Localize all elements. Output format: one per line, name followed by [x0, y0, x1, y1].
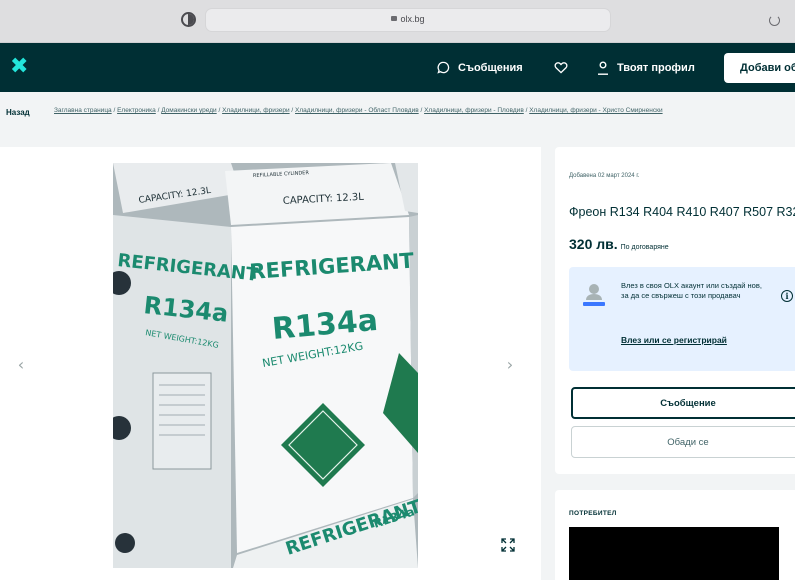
breadcrumb-item[interactable]: Електроника [117, 107, 156, 114]
heart-icon [554, 62, 568, 74]
refrigerant-boxes-illustration: CAPACITY: 12.3L CAPACITY: 12.3L REFILLAB… [113, 163, 418, 568]
ad-title: Фреон R134 R404 R410 R407 R507 R32 [569, 205, 795, 219]
user-map-placeholder [569, 527, 779, 580]
next-image-button[interactable]: › [503, 353, 517, 375]
ad-info-panel: Добавена 02 март 2024 г. Фреон R134 R404… [555, 147, 795, 474]
add-listing-button[interactable]: Добави об [724, 53, 795, 83]
url-text: olx.bg [206, 14, 610, 24]
info-icon[interactable]: i [781, 290, 793, 302]
seller-avatar-icon [583, 284, 605, 306]
breadcrumb: Назад Заглавна страница / Електроника / … [0, 92, 795, 142]
login-prompt-box: Влез в своя OLX акаунт или създай нов, з… [569, 267, 795, 371]
ad-price: 320 лв. По договаряне [569, 236, 669, 252]
message-button[interactable]: Съобщение [571, 387, 795, 419]
add-listing-label: Добави об [740, 62, 795, 74]
reload-icon[interactable] [769, 15, 780, 26]
user-section-label: ПОТРЕБИТЕЛ [569, 510, 617, 517]
fullscreen-icon[interactable] [500, 537, 516, 553]
messages-link[interactable]: Съобщения [437, 43, 523, 92]
profile-link[interactable]: Твоят профил [597, 43, 695, 92]
chevron-right-icon: › [506, 354, 514, 374]
negotiable-label: По договаряне [620, 244, 669, 251]
chevron-left-icon: ‹ [17, 354, 25, 374]
favorites-button[interactable] [554, 43, 576, 92]
user-icon [598, 61, 608, 75]
back-link[interactable]: Назад [6, 108, 30, 117]
breadcrumb-trail: Заглавна страница / Електроника / Домаки… [54, 107, 663, 114]
call-button[interactable]: Обади се [571, 426, 795, 458]
address-bar[interactable]: olx.bg [205, 8, 780, 32]
posted-date: Добавена 02 март 2024 г. [569, 173, 640, 179]
profile-label: Твоят профил [617, 61, 695, 74]
login-prompt-text: Влез в своя OLX акаунт или създай нов, з… [621, 281, 762, 300]
browser-chrome: olx.bg [0, 0, 795, 43]
breadcrumb-item[interactable]: Заглавна страница [54, 107, 112, 114]
chat-bubble-icon [437, 61, 450, 74]
product-photo[interactable]: CAPACITY: 12.3L CAPACITY: 12.3L REFILLAB… [113, 163, 418, 568]
lock-icon [391, 16, 398, 21]
breadcrumb-item[interactable]: Хладилници, фризери - Област Пловдив [295, 107, 419, 114]
user-panel: ПОТРЕБИТЕЛ [555, 490, 795, 580]
tracking-shield-icon[interactable] [181, 12, 196, 27]
messages-label: Съобщения [458, 61, 523, 74]
previous-image-button[interactable]: ‹ [14, 353, 28, 375]
login-register-link[interactable]: Влез или се регистрирай [621, 335, 727, 345]
breadcrumb-item[interactable]: Хладилници, фризери - Пловдив [424, 107, 524, 114]
image-gallery: CAPACITY: 12.3L CAPACITY: 12.3L REFILLAB… [0, 147, 541, 580]
site-header: ✖ Съобщения Твоят профил Добави об [0, 43, 795, 92]
url-value: olx.bg [400, 14, 425, 24]
breadcrumb-item[interactable]: Хладилници, фризери - Христо Смирненски [529, 107, 662, 114]
price-value: 320 лв. [569, 236, 618, 252]
breadcrumb-item[interactable]: Хладилници, фризери [222, 107, 290, 114]
olx-logo[interactable]: ✖ [10, 54, 28, 80]
breadcrumb-item[interactable]: Домакински уреди [161, 107, 216, 114]
